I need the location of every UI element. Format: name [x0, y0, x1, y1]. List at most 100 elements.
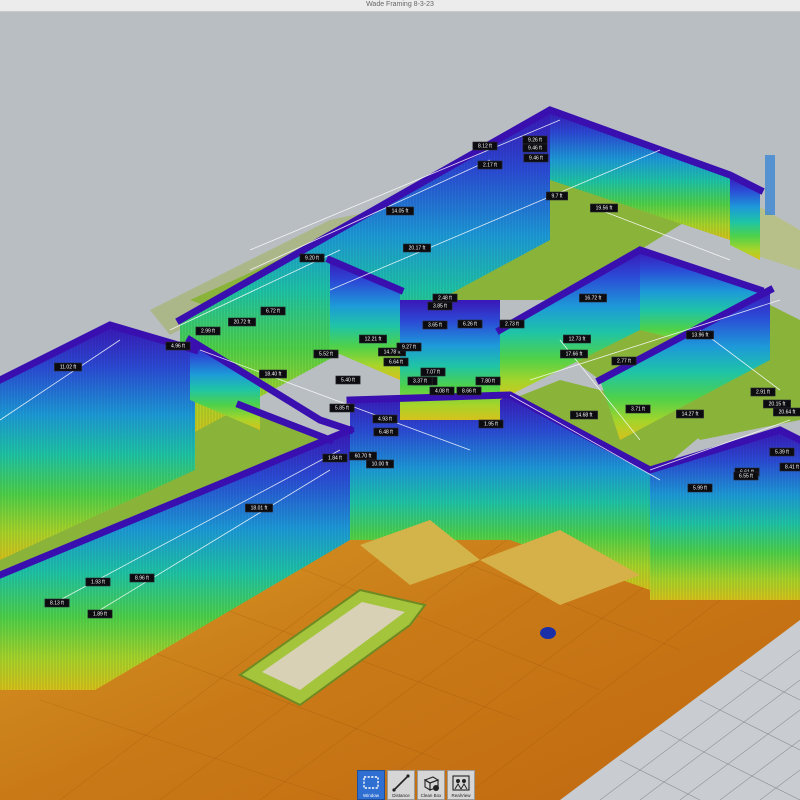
measurement-label[interactable]: 8.96 ft: [129, 573, 155, 583]
point-cloud-render[interactable]: 9.26 ft 8.12 ft 9.46 ft 2.17 ft 9.46 ft 9.7 f…: [0, 12, 800, 800]
measurement-label[interactable]: 9.26 ft: [522, 135, 548, 145]
measurement-label[interactable]: 1.93 ft: [85, 577, 111, 587]
measurement-label[interactable]: 6.55 ft: [733, 471, 759, 481]
measurement-label[interactable]: 2.77 ft: [611, 356, 637, 366]
measurement-label-text: 2.99 ft: [201, 329, 216, 335]
measurement-label[interactable]: 10.00 ft: [366, 459, 394, 469]
measurement-label[interactable]: 14.68 ft: [570, 410, 598, 420]
measurement-label[interactable]: 7.80 ft: [475, 376, 501, 386]
measurement-label-text: 9.7 ft: [551, 194, 563, 200]
measurement-label[interactable]: 6.48 ft: [373, 427, 399, 437]
measurement-label[interactable]: 20.17 ft: [403, 243, 431, 253]
measurement-label[interactable]: 9.46 ft: [522, 143, 548, 153]
measurement-label[interactable]: 4.96 ft: [165, 341, 191, 351]
measurement-label[interactable]: 8.66 ft: [456, 386, 482, 396]
window-tool-button[interactable]: Window: [357, 770, 385, 800]
measurement-label[interactable]: 16.72 ft: [579, 293, 607, 303]
measurement-label[interactable]: 9.27 ft: [396, 342, 422, 352]
measurement-label[interactable]: 9.46 ft: [523, 153, 549, 163]
distance-tool-label: Distance: [392, 793, 410, 798]
measurement-label-text: 12.21 ft: [365, 337, 382, 343]
measurement-label-text: 2.73 ft: [505, 322, 520, 328]
measurement-label-text: 8.96 ft: [135, 576, 150, 582]
measurement-label-text: 18.40 ft: [265, 372, 282, 378]
selection-window-icon: [363, 776, 379, 789]
window-titlebar: Wade Framing 8-3-23: [0, 0, 800, 12]
measurement-label[interactable]: 13.96 ft: [686, 330, 714, 340]
measurement-label[interactable]: 6.26 ft: [457, 319, 483, 329]
measurement-label-text: 9.46 ft: [528, 146, 543, 152]
measurement-label[interactable]: 1.84 ft: [322, 453, 348, 463]
measurement-label-text: 1.89 ft: [93, 612, 108, 618]
point-cloud-viewport[interactable]: 9.26 ft 8.12 ft 9.46 ft 2.17 ft 9.46 ft 9.7 f…: [0, 12, 800, 800]
ruler-distance-icon: [392, 774, 410, 792]
measurement-label[interactable]: 4.93 ft: [372, 414, 398, 424]
measurement-label-text: 5.85 ft: [335, 406, 350, 412]
measurement-label-text: 14.05 ft: [392, 209, 409, 215]
measurement-label[interactable]: 20.15 ft: [763, 399, 791, 409]
measurement-label-text: 4.93 ft: [378, 417, 393, 423]
wall-interior-5: [400, 300, 500, 420]
measurement-label[interactable]: 2.17 ft: [477, 160, 503, 170]
measurement-label[interactable]: 5.85 ft: [329, 403, 355, 413]
measurement-label[interactable]: 17.66 ft: [560, 349, 588, 359]
clean-box-tool-label: Clean Box: [420, 793, 442, 798]
measurement-label-text: 5.39 ft: [775, 450, 790, 456]
measurement-label[interactable]: 2.73 ft: [499, 319, 525, 329]
measurement-label[interactable]: 2.91 ft: [750, 387, 776, 397]
measurement-label[interactable]: 20.64 ft: [773, 407, 800, 417]
measurement-label[interactable]: 2.99 ft: [195, 326, 221, 336]
measurement-label-text: 7.07 ft: [426, 370, 441, 376]
measurement-label[interactable]: 6.72 ft: [260, 306, 286, 316]
measurement-label-text: 7.80 ft: [481, 379, 496, 385]
clean-box-tool-button[interactable]: Clean Box: [417, 770, 445, 800]
measurement-label-text: 14.27 ft: [682, 412, 699, 418]
measurement-label[interactable]: 1.95 ft: [478, 419, 504, 429]
measurement-label-text: 16.72 ft: [585, 296, 602, 302]
window-title: Wade Framing 8-3-23: [366, 1, 434, 8]
realview-tool-label: RealView: [451, 793, 471, 798]
measurement-label[interactable]: 6.64 ft: [383, 357, 409, 367]
measurement-label-text: 6.72 ft: [266, 309, 281, 315]
measurement-label[interactable]: 18.01 ft: [245, 503, 273, 513]
measurement-label[interactable]: 9.20 ft: [299, 253, 325, 263]
measurement-label[interactable]: 12.73 ft: [563, 334, 591, 344]
measurement-label-text: 3.85 ft: [433, 304, 448, 310]
measurement-label-text: 6.55 ft: [739, 474, 754, 480]
measurement-label[interactable]: 60.70 ft: [349, 451, 377, 461]
measurement-label[interactable]: 3.37 ft: [407, 376, 433, 386]
measurement-label[interactable]: 7.07 ft: [420, 367, 446, 377]
measurement-label[interactable]: 5.99 ft: [687, 483, 713, 493]
measurement-label[interactable]: 8.13 ft: [44, 598, 70, 608]
measurement-label[interactable]: 9.7 ft: [545, 191, 568, 201]
measurement-label-text: 60.70 ft: [355, 454, 372, 460]
measurement-label[interactable]: 8.41 ft: [779, 462, 800, 472]
measurement-label[interactable]: 3.65 ft: [422, 320, 448, 330]
measurement-label[interactable]: 5.52 ft: [313, 349, 339, 359]
measurement-label-text: 20.17 ft: [409, 246, 426, 252]
measurement-label[interactable]: 5.39 ft: [769, 447, 795, 457]
measurement-label[interactable]: 11.02 ft: [54, 362, 82, 372]
measurement-label-text: 9.46 ft: [529, 156, 544, 162]
bottom-toolbar: Window Distance Clean Box RealView: [357, 770, 475, 800]
measurement-label[interactable]: 2.48 ft: [432, 293, 458, 303]
measurement-label[interactable]: 8.12 ft: [472, 141, 498, 151]
measurement-label[interactable]: 20.72 ft: [228, 317, 256, 327]
measurement-label[interactable]: 4.08 ft: [429, 386, 455, 396]
measurement-label[interactable]: 14.05 ft: [386, 206, 414, 216]
measurement-label[interactable]: 14.27 ft: [676, 409, 704, 419]
measurement-label-text: 20.64 ft: [779, 410, 796, 416]
measurement-label-text: 3.37 ft: [413, 379, 428, 385]
measurement-label[interactable]: 18.40 ft: [259, 369, 287, 379]
distance-tool-button[interactable]: Distance: [387, 770, 415, 800]
measurement-label[interactable]: 12.21 ft: [359, 334, 387, 344]
measurement-label[interactable]: 19.56 ft: [590, 203, 618, 213]
measurement-label[interactable]: 5.40 ft: [335, 375, 361, 385]
realview-tool-button[interactable]: RealView: [447, 770, 475, 800]
measurement-label-text: 9.27 ft: [402, 345, 417, 351]
measurement-label-text: 10.00 ft: [372, 462, 389, 468]
measurement-label[interactable]: 3.71 ft: [625, 404, 651, 414]
measurement-label[interactable]: 1.89 ft: [87, 609, 113, 619]
clean-box-icon: [423, 776, 440, 791]
measurement-label[interactable]: 3.85 ft: [427, 301, 453, 311]
